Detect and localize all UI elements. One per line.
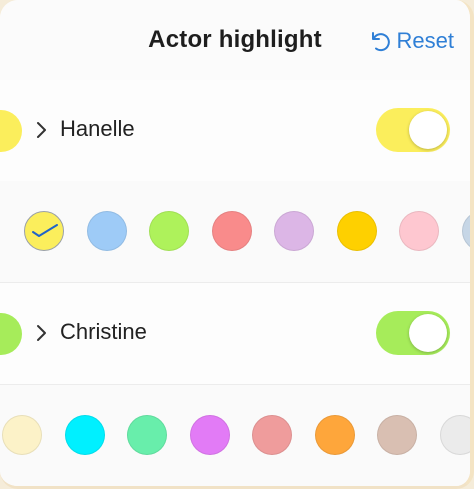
color-swatch[interactable] [439,415,470,455]
actor-toggle[interactable] [376,311,450,355]
color-swatch[interactable] [24,211,64,251]
actor-name: Hanelle [60,116,135,141]
color-swatch[interactable] [274,211,314,251]
actor-color-dot [0,313,22,355]
actor-row-hanelle[interactable]: Hanelle [0,80,470,182]
color-swatch[interactable] [127,415,167,455]
swatch-row-hanelle [0,181,470,283]
checkmark-icon [32,224,58,237]
color-swatch[interactable] [149,211,189,251]
actor-toggle[interactable] [376,108,450,152]
actor-highlight-panel: Actor highlight Reset Hanelle Christine [0,0,474,489]
actor-row-christine[interactable]: Christine [0,283,470,385]
toggle-knob [409,314,447,352]
color-swatch[interactable] [399,211,439,251]
color-swatch[interactable] [86,211,127,251]
color-swatch[interactable] [314,415,355,455]
color-swatch[interactable] [377,415,417,455]
header: Actor highlight Reset [0,0,470,81]
color-swatch[interactable] [252,415,292,455]
reset-label: Reset [396,28,454,53]
color-swatch[interactable] [189,415,230,455]
color-swatch[interactable] [336,211,377,251]
reset-button[interactable]: Reset [367,28,454,54]
color-swatch[interactable] [2,415,42,455]
undo-icon [371,32,390,52]
color-swatch[interactable] [64,415,105,455]
actor-name: Christine [60,319,147,344]
chevron-right-icon [37,122,46,138]
actor-color-dot [0,110,22,152]
toggle-knob [409,111,447,149]
swatch-row-christine [0,385,470,486]
color-swatch[interactable] [211,211,252,251]
color-swatch[interactable] [461,211,470,251]
chevron-right-icon [37,325,46,341]
